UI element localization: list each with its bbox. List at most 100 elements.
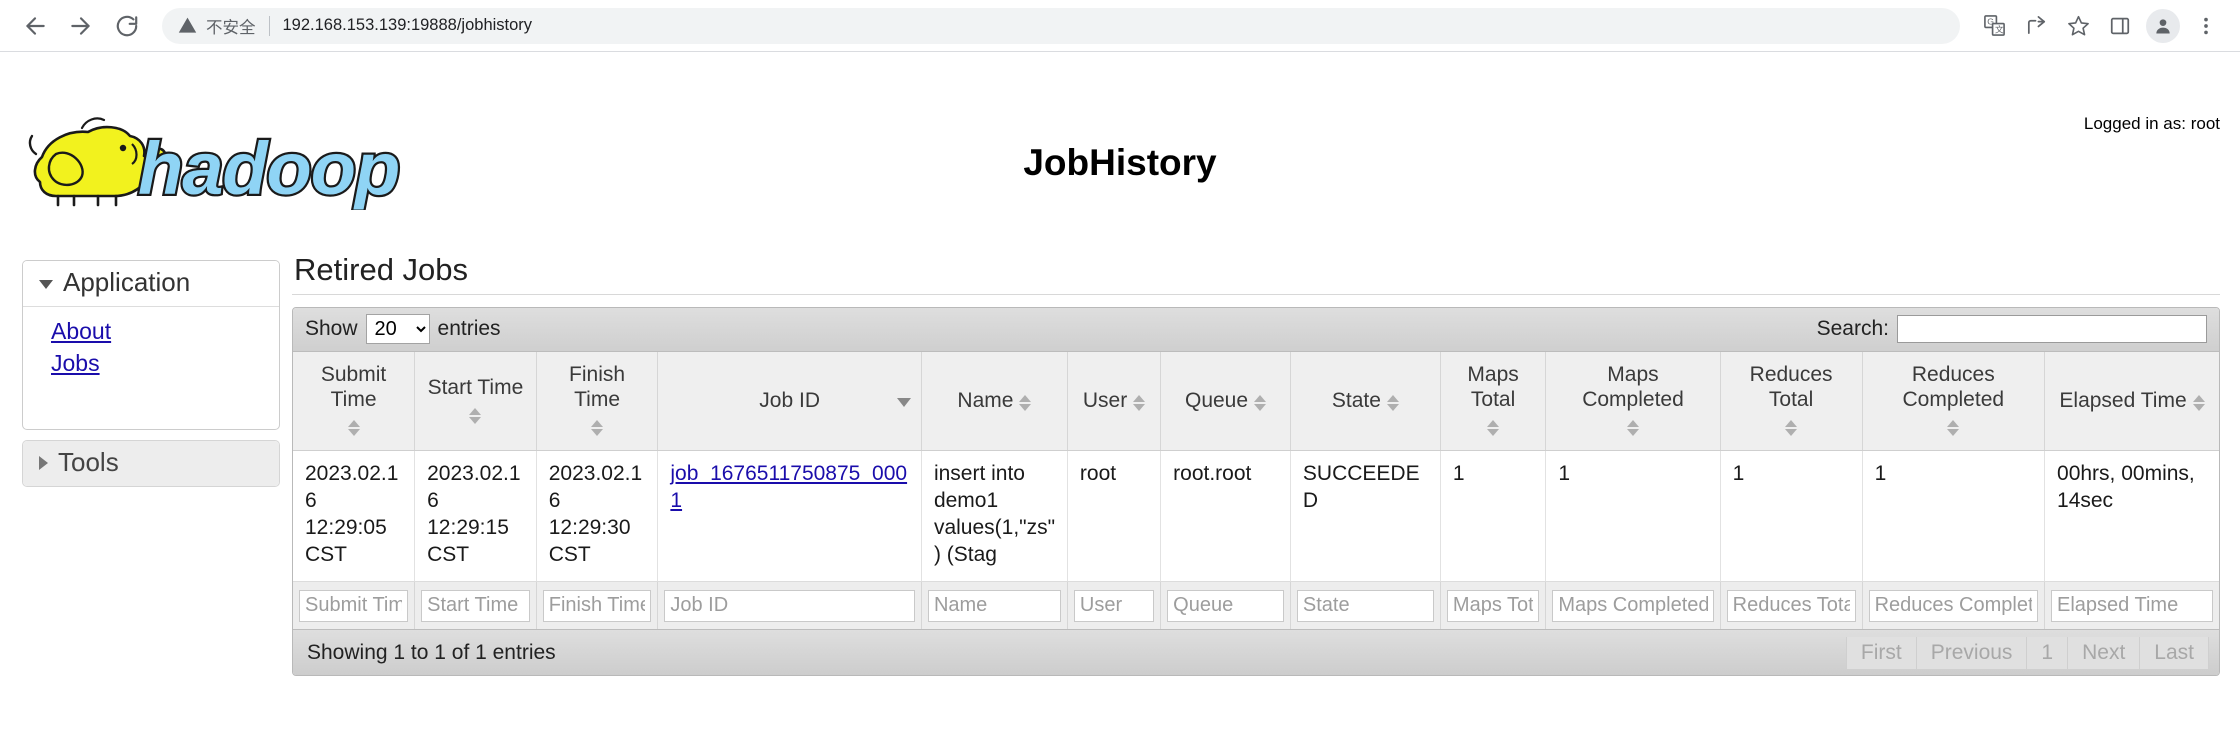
sidebar-panel-application: Application About Jobs	[22, 260, 280, 430]
filter-input-maps-completed[interactable]	[1552, 589, 1714, 622]
column-header-name[interactable]: Name	[921, 352, 1068, 452]
column-filter-row	[293, 580, 2219, 630]
entries-info: Showing 1 to 1 of 1 entries	[307, 640, 556, 664]
side-panel-icon[interactable]	[2100, 6, 2140, 46]
chrome-menu-icon[interactable]	[2186, 6, 2226, 46]
sort-toggle-icon[interactable]	[1487, 418, 1500, 438]
column-label: Reduces Completed	[1902, 363, 2005, 412]
back-arrow-icon[interactable]	[14, 5, 56, 47]
translate-icon[interactable]: G文	[1974, 6, 2014, 46]
cell-finish-time: 2023.02.16 12:29:30 CST	[536, 450, 659, 582]
column-header-user[interactable]: User	[1067, 352, 1162, 452]
sort-toggle-icon[interactable]	[591, 418, 604, 438]
column-label: Finish Time	[569, 363, 626, 412]
filter-input-user[interactable]	[1073, 589, 1155, 622]
sidebar-item-jobs[interactable]: Jobs	[23, 347, 279, 379]
table-row: 2023.02.16 12:29:05 CST 2023.02.16 12:29…	[293, 450, 2219, 582]
sidebar-section-tools-label: Tools	[58, 446, 119, 477]
filter-input-queue[interactable]	[1167, 589, 1284, 622]
sidebar-section-application[interactable]: Application	[23, 261, 279, 307]
pagination: First Previous 1 Next Last	[1845, 636, 2209, 669]
filter-input-reduces-completed[interactable]	[1868, 589, 2039, 622]
filter-cell-reduces-completed	[1862, 580, 2046, 630]
filter-input-reduces-total[interactable]	[1726, 589, 1856, 622]
cell-queue: root.root	[1160, 450, 1291, 582]
search-input[interactable]	[1897, 315, 2207, 343]
column-label: User	[1082, 388, 1128, 412]
column-header-submit-time[interactable]: Submit Time	[293, 352, 416, 452]
jobs-table: Submit Time Start Time Finish Time Job I…	[293, 352, 2219, 630]
column-header-elapsed-time[interactable]: Elapsed Time	[2044, 352, 2219, 452]
table-header-row: Submit Time Start Time Finish Time Job I…	[293, 352, 2219, 452]
profile-avatar-icon[interactable]	[2146, 8, 2180, 43]
page-previous-button[interactable]: Previous	[1916, 636, 2028, 669]
main-content: Retired Jobs Show 20406080100 entries Se…	[292, 252, 2220, 677]
datatable-toolbar: Show 20406080100 entries Search:	[293, 308, 2219, 352]
column-header-start-time[interactable]: Start Time	[414, 352, 537, 452]
sort-toggle-icon[interactable]	[2192, 393, 2205, 413]
filter-input-maps-total[interactable]	[1446, 589, 1540, 622]
column-header-maps-completed[interactable]: Maps Completed	[1545, 352, 1721, 452]
browser-toolbar: 不安全 192.168.153.139:19888/jobhistory G文	[0, 0, 2240, 52]
filter-cell-queue	[1160, 580, 1291, 630]
entries-label: entries	[437, 317, 501, 340]
share-icon[interactable]	[2016, 6, 2056, 46]
omnibox[interactable]: 不安全 192.168.153.139:19888/jobhistory	[162, 7, 1960, 44]
filter-input-name[interactable]	[927, 589, 1061, 622]
column-label: Reduces Total	[1749, 363, 1833, 412]
search-control: Search:	[1817, 315, 2207, 343]
filter-input-state[interactable]	[1296, 589, 1434, 622]
cell-start-time: 2023.02.16 12:29:15 CST	[414, 450, 537, 582]
page-next-button[interactable]: Next	[2068, 636, 2141, 669]
cell-reduces-total: 1	[1720, 450, 1863, 582]
filter-cell-name	[921, 580, 1068, 630]
sort-toggle-icon[interactable]	[1947, 418, 1960, 438]
sort-toggle-icon[interactable]	[469, 406, 482, 426]
bookmark-star-icon[interactable]	[2058, 6, 2098, 46]
filter-input-finish-time[interactable]	[542, 589, 652, 622]
page-title: JobHistory	[1023, 142, 1217, 183]
column-header-maps-total[interactable]: Maps Total	[1440, 352, 1547, 452]
forward-arrow-icon[interactable]	[60, 5, 102, 47]
page-number-1-button[interactable]: 1	[2027, 636, 2069, 669]
datatable-footer: Showing 1 to 1 of 1 entries First Previo…	[293, 629, 2219, 676]
filter-input-elapsed-time[interactable]	[2051, 589, 2213, 622]
filter-input-submit-time[interactable]	[299, 589, 409, 622]
sort-toggle-icon[interactable]	[347, 418, 360, 438]
sort-toggle-icon[interactable]	[1133, 393, 1146, 413]
sidebar-item-about[interactable]: About	[23, 315, 279, 347]
cell-reduces-completed: 1	[1862, 450, 2046, 582]
section-title: Retired Jobs	[294, 252, 469, 287]
column-header-finish-time[interactable]: Finish Time	[536, 352, 659, 452]
entries-length-control: Show 20406080100 entries	[305, 314, 501, 344]
column-header-queue[interactable]: Queue	[1160, 352, 1291, 452]
filter-cell-user	[1067, 580, 1162, 630]
sort-toggle-icon[interactable]	[1386, 393, 1399, 413]
column-label: Name	[957, 388, 1014, 412]
page-last-button[interactable]: Last	[2140, 636, 2209, 669]
sort-toggle-icon[interactable]	[1019, 393, 1032, 413]
column-header-job-id[interactable]: Job ID	[657, 352, 922, 452]
reload-icon[interactable]	[106, 5, 148, 47]
sidebar-application-items: About Jobs	[23, 307, 279, 429]
column-header-reduces-completed[interactable]: Reduces Completed	[1862, 352, 2046, 452]
sort-descending-icon[interactable]	[896, 398, 911, 408]
column-header-reduces-total[interactable]: Reduces Total	[1720, 352, 1863, 452]
column-label: Maps Total	[1467, 363, 1519, 412]
sort-toggle-icon[interactable]	[1254, 393, 1267, 413]
entries-select[interactable]: 20406080100	[365, 314, 430, 344]
column-label: Maps Completed	[1582, 363, 1684, 412]
not-secure-label: 不安全	[206, 18, 256, 37]
chrome-actions: G文	[1974, 6, 2226, 46]
jobhistory-page: Logged in as: root hadoop JobHistory App…	[0, 52, 2240, 737]
column-label: Queue	[1184, 388, 1249, 412]
filter-input-job-id[interactable]	[664, 589, 915, 622]
sidebar-section-tools[interactable]: Tools	[23, 440, 279, 486]
page-first-button[interactable]: First	[1845, 636, 1917, 669]
filter-input-start-time[interactable]	[421, 589, 530, 622]
sort-toggle-icon[interactable]	[1785, 418, 1798, 438]
url-text[interactable]: 192.168.153.139:19888/jobhistory	[283, 16, 533, 35]
column-header-state[interactable]: State	[1290, 352, 1441, 452]
job-id-link[interactable]: job_1676511750875_0001	[670, 462, 907, 512]
sort-toggle-icon[interactable]	[1626, 418, 1639, 438]
